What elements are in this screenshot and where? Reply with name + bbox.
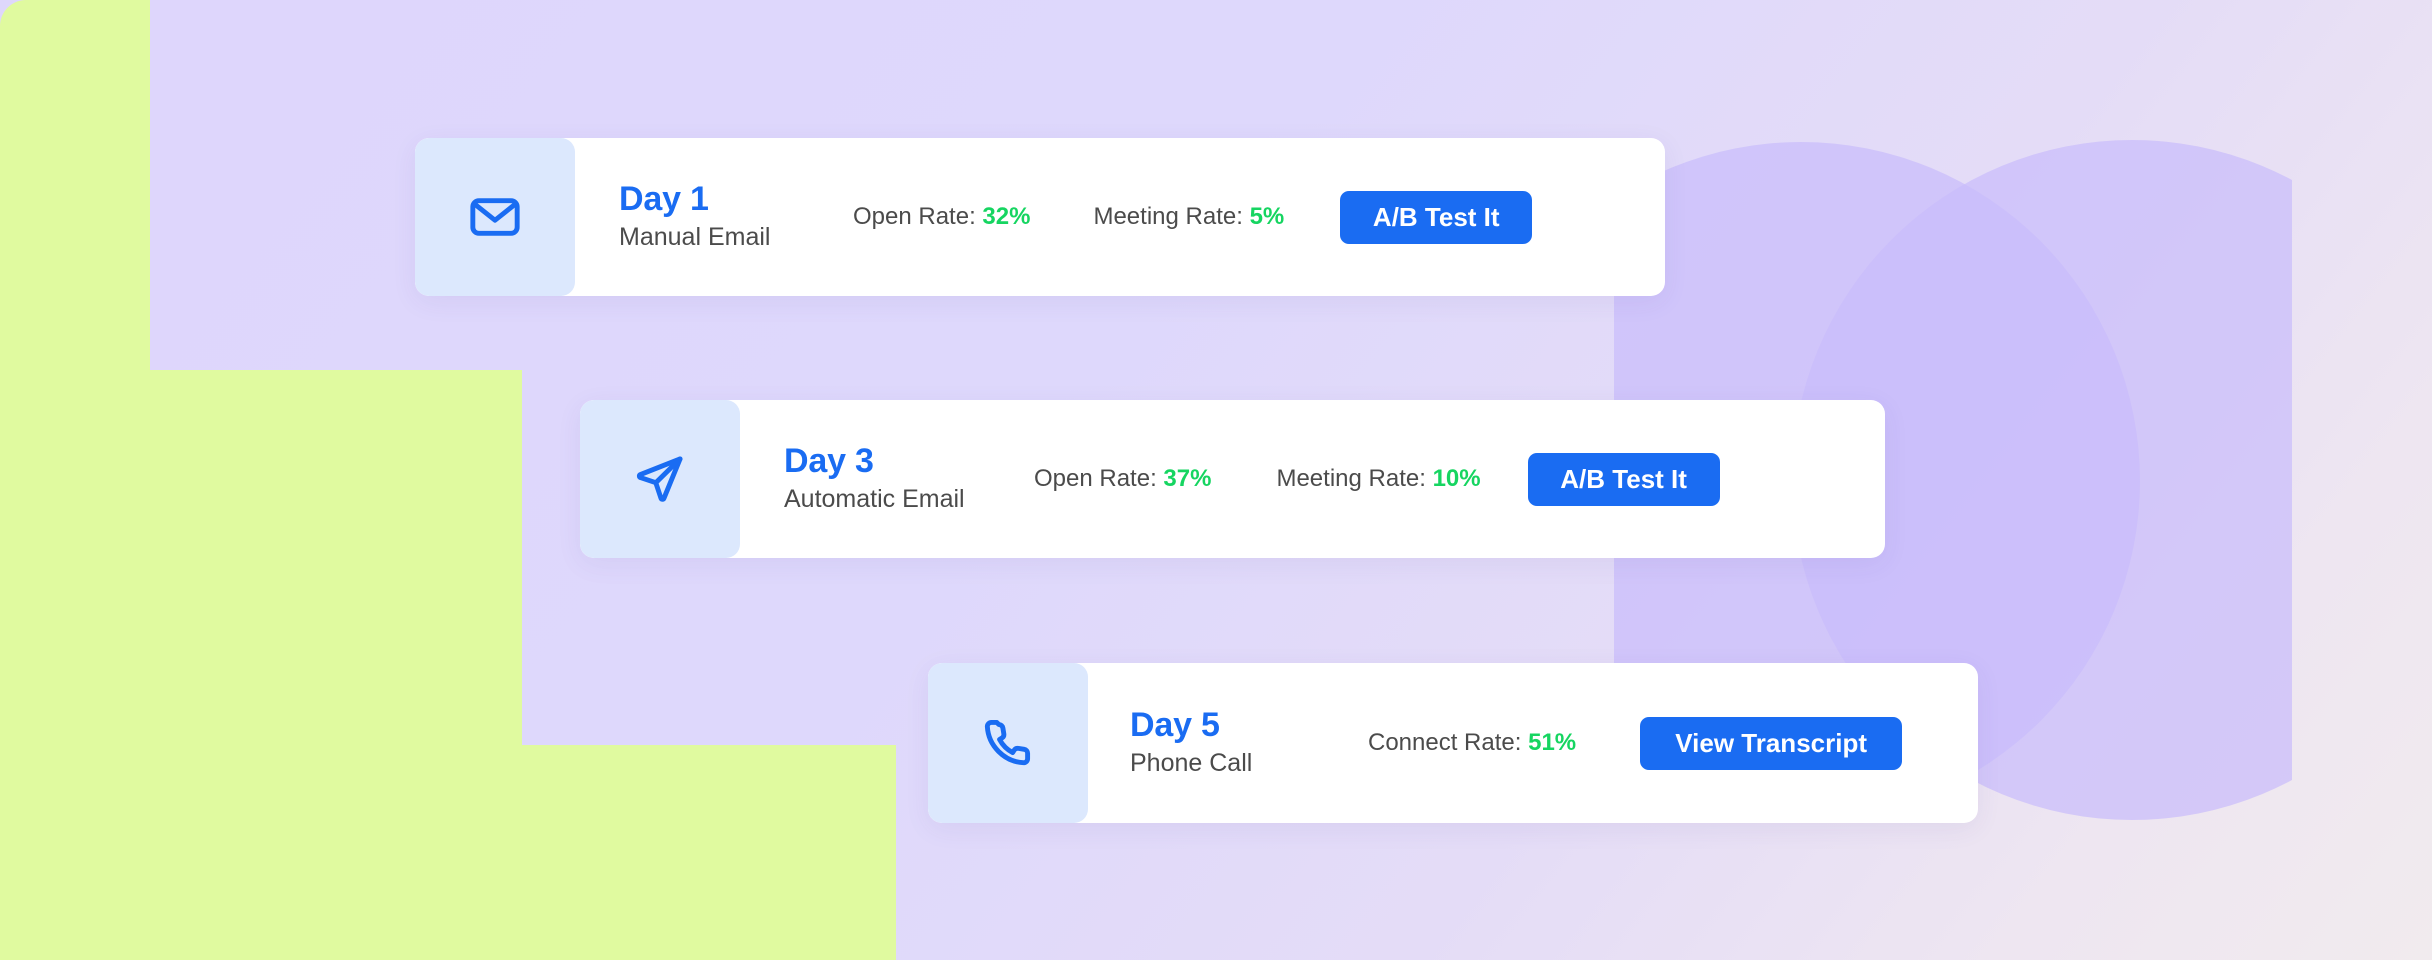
decorative-green-block-bottom <box>0 745 896 960</box>
paper-plane-icon <box>632 451 688 507</box>
metric-label: Meeting Rate: <box>1093 203 1250 230</box>
step-card-body: Day 3 Automatic Email Open Rate: 37% Mee… <box>740 400 1885 558</box>
metric-label: Connect Rate: <box>1368 729 1529 756</box>
metric-meeting-rate: Meeting Rate: 5% <box>1093 203 1284 231</box>
step-icon-panel <box>415 138 575 296</box>
step-icon-panel <box>580 400 740 558</box>
step-day-title: Day 3 <box>784 441 874 480</box>
step-day-title: Day 1 <box>619 179 709 218</box>
metric-open-rate: Open Rate: 37% <box>1034 465 1211 493</box>
metric-open-rate: Open Rate: 32% <box>853 203 1030 231</box>
metric-meeting-rate: Meeting Rate: 10% <box>1276 465 1480 493</box>
metric-value: 37% <box>1163 465 1212 492</box>
step-card-body: Day 1 Manual Email Open Rate: 32% Meetin… <box>575 138 1665 296</box>
step-card-body: Day 5 Phone Call Connect Rate: 51% View … <box>1088 663 1978 823</box>
sequence-graphic: Day 1 Manual Email Open Rate: 32% Meetin… <box>0 0 2432 960</box>
phone-icon <box>980 715 1036 771</box>
sequence-step-card-day-1[interactable]: Day 1 Manual Email Open Rate: 32% Meetin… <box>415 138 1665 296</box>
step-type-label: Automatic Email <box>784 485 965 514</box>
view-transcript-button[interactable]: View Transcript <box>1640 716 1903 770</box>
metric-label: Open Rate: <box>853 203 983 230</box>
step-type-label: Phone Call <box>1130 749 1253 778</box>
step-day-title: Day 5 <box>1130 705 1220 744</box>
step-day-block: Day 1 Manual Email <box>619 179 789 254</box>
metric-connect-rate: Connect Rate: 51% <box>1368 729 1576 757</box>
step-day-block: Day 3 Automatic Email <box>784 441 974 516</box>
metric-value: 10% <box>1432 465 1481 492</box>
metric-value: 5% <box>1249 203 1285 230</box>
ab-test-button[interactable]: A/B Test It <box>1527 452 1720 506</box>
metric-value: 51% <box>1528 729 1577 756</box>
metric-label: Meeting Rate: <box>1276 465 1433 492</box>
ab-test-button[interactable]: A/B Test It <box>1340 190 1533 244</box>
sequence-step-card-day-3[interactable]: Day 3 Automatic Email Open Rate: 37% Mee… <box>580 400 1885 558</box>
metric-value: 32% <box>982 203 1031 230</box>
step-icon-panel <box>928 663 1088 823</box>
envelope-icon <box>467 189 523 245</box>
step-day-block: Day 5 Phone Call <box>1130 705 1300 780</box>
sequence-step-card-day-5[interactable]: Day 5 Phone Call Connect Rate: 51% View … <box>928 663 1978 823</box>
step-type-label: Manual Email <box>619 223 771 252</box>
metric-label: Open Rate: <box>1034 465 1164 492</box>
